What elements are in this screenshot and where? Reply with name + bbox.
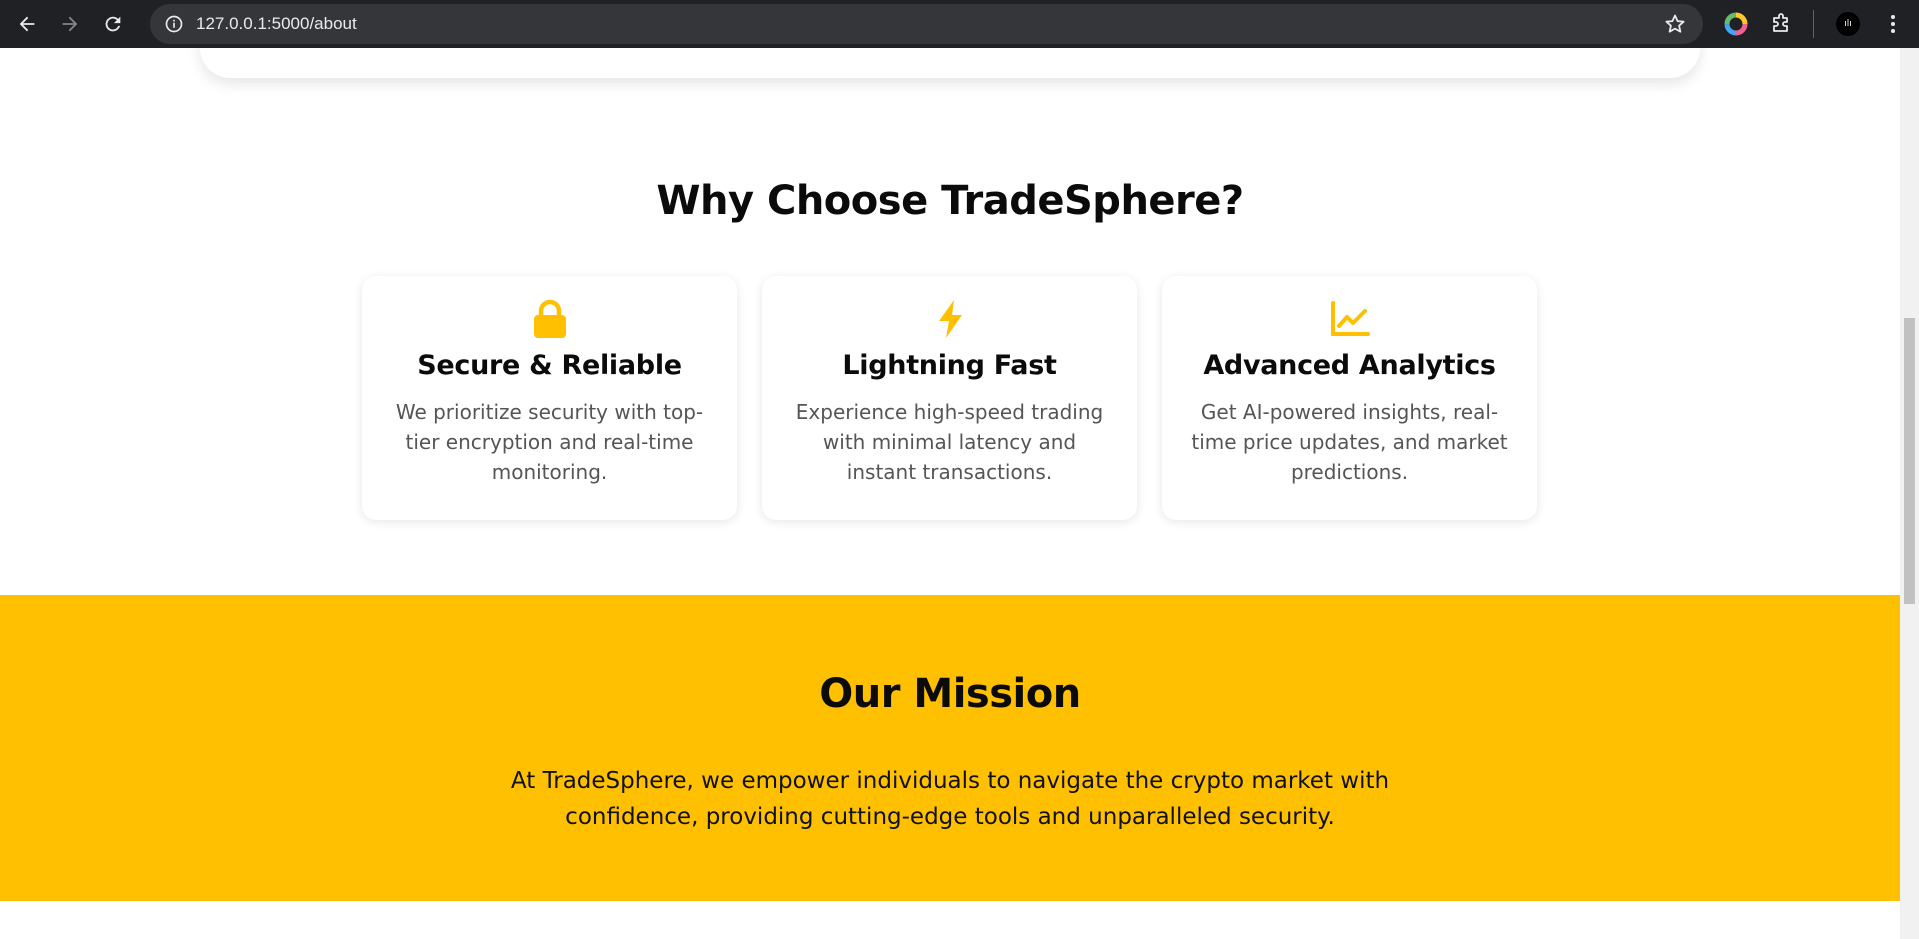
feature-card-fast: Lightning Fast Experience high-speed tra… (762, 276, 1137, 520)
mission-title: Our Mission (819, 671, 1081, 717)
extensions-puzzle-icon[interactable] (1763, 6, 1799, 42)
bookmark-star-icon[interactable] (1663, 12, 1687, 36)
more-vertical-icon (1891, 15, 1895, 33)
avatar-text: ılı (1836, 12, 1860, 36)
back-button[interactable] (9, 6, 45, 42)
arrow-left-icon (19, 16, 35, 32)
chart-line-icon (1162, 298, 1537, 340)
mission-text: At TradeSphere, we empower individuals t… (510, 768, 1390, 830)
feature-description: Get AI-powered insights, real-time price… (1191, 400, 1508, 484)
profile-avatar[interactable]: ılı (1830, 6, 1866, 42)
browser-toolbar: 127.0.0.1:5000/about ılı (0, 0, 1919, 48)
forward-button[interactable] (52, 6, 88, 42)
arrow-right-icon (62, 16, 78, 32)
previous-section-card (200, 48, 1700, 78)
features-grid: Secure & Reliable We prioritize security… (362, 276, 1537, 520)
toolbar-divider (1813, 10, 1814, 38)
feature-title: Advanced Analytics (1203, 350, 1496, 381)
reload-button[interactable] (95, 6, 131, 42)
page-scrollbar[interactable] (1900, 48, 1919, 939)
feature-description: Experience high-speed trading with minim… (795, 400, 1104, 484)
lightning-bolt-icon (762, 298, 1137, 340)
browser-menu-button[interactable] (1875, 6, 1911, 42)
why-choose-title: Why Choose TradeSphere? (656, 178, 1244, 224)
address-bar[interactable]: 127.0.0.1:5000/about (150, 4, 1703, 44)
reload-icon (105, 16, 121, 32)
mission-section: Our Mission At TradeSphere, we empower i… (0, 595, 1900, 901)
feature-card-secure: Secure & Reliable We prioritize security… (362, 276, 737, 520)
feature-title: Secure & Reliable (417, 350, 682, 381)
feature-card-analytics: Advanced Analytics Get AI-powered insigh… (1162, 276, 1537, 520)
site-info-icon[interactable] (162, 12, 186, 36)
page-viewport: Why Choose TradeSphere? Secure & Reliabl… (0, 48, 1900, 939)
feature-title: Lightning Fast (842, 350, 1057, 381)
color-extension-icon[interactable] (1718, 6, 1754, 42)
lock-icon (362, 298, 737, 340)
scrollbar-thumb[interactable] (1904, 318, 1915, 604)
feature-description: We prioritize security with top-tier enc… (395, 400, 704, 484)
url-text: 127.0.0.1:5000/about (196, 14, 357, 33)
